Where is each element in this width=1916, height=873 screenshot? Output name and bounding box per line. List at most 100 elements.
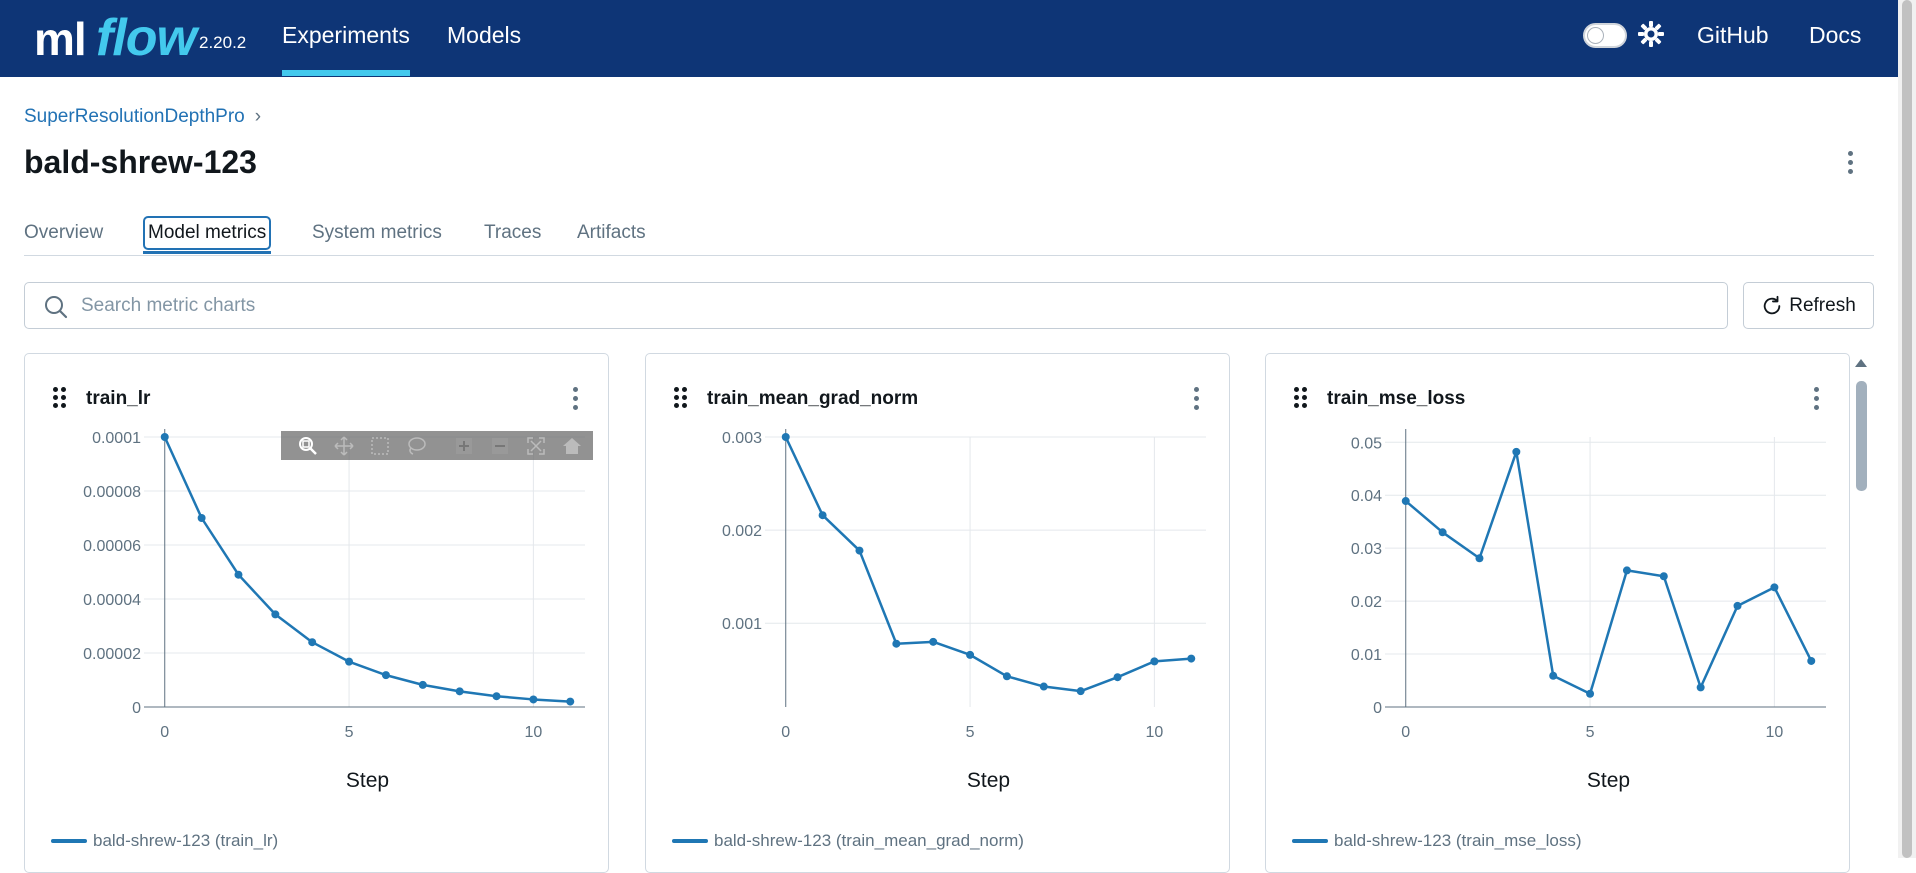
search-icon: [45, 296, 68, 319]
series-line: [1404, 450, 1813, 696]
zoom-out-icon[interactable]: [489, 435, 511, 457]
zoom-in-icon[interactable]: [453, 435, 475, 457]
box-select-icon[interactable]: [369, 435, 391, 457]
x-tick-label: 5: [345, 724, 354, 741]
tab-artifacts[interactable]: Artifacts: [577, 222, 646, 244]
data-point: [1076, 687, 1085, 696]
drag-handle-icon[interactable]: [674, 387, 688, 409]
chart-title: train_mse_loss: [1327, 388, 1466, 409]
y-tick-label: 0.05: [1351, 435, 1382, 452]
tab-overview[interactable]: Overview: [24, 222, 103, 244]
chart-menu-icon[interactable]: [1186, 383, 1206, 413]
data-point: [1002, 672, 1011, 681]
dark-mode-toggle[interactable]: [1583, 23, 1627, 48]
run-actions-menu-icon[interactable]: [1840, 147, 1860, 177]
chart-train-mean-grad-norm[interactable]: 0.001 0.002 0.003 0 5 10 Step: [646, 424, 1231, 824]
data-point: [566, 697, 575, 706]
x-tick-label: 5: [966, 724, 975, 741]
y-tick-label: 0: [132, 700, 141, 717]
x-tick-label: 0: [781, 724, 790, 741]
chart-card-train-mse-loss: train_mse_loss 0 0.01 0.02 0.03 0.04 0.05 0 5 10…: [1265, 353, 1850, 873]
legend-swatch: [51, 839, 87, 843]
data-point: [1113, 673, 1122, 682]
data-point: [529, 695, 538, 704]
search-input[interactable]: [79, 291, 1679, 321]
run-tabs: Overview Model metrics System metrics Tr…: [24, 216, 1874, 256]
sun-icon: [1638, 21, 1664, 47]
series-line: [163, 436, 571, 703]
chart-card-train-mean-grad-norm: train_mean_grad_norm 0.001 0.002 0.003 0 5 10…: [645, 353, 1230, 873]
data-point: [892, 639, 901, 648]
tab-traces[interactable]: Traces: [484, 222, 541, 244]
autoscale-icon[interactable]: [525, 435, 547, 457]
breadcrumb-separator: ›: [254, 106, 262, 127]
data-point: [1733, 601, 1742, 610]
tab-model-metrics[interactable]: Model metrics: [143, 216, 272, 254]
chart-legend: bald-shrew-123 (train_lr): [51, 831, 278, 851]
data-point: [197, 514, 206, 522]
breadcrumb-experiment-link[interactable]: SuperResolutionDepthPro: [24, 106, 245, 127]
refresh-button[interactable]: Refresh: [1743, 282, 1874, 329]
legend-swatch: [1292, 839, 1328, 843]
scroll-thumb[interactable]: [1856, 381, 1867, 491]
plot-modebar: [281, 431, 593, 460]
legend-label: bald-shrew-123 (train_mse_loss): [1334, 831, 1582, 850]
data-point: [1770, 583, 1779, 592]
chart-legend: bald-shrew-123 (train_mean_grad_norm): [672, 831, 1024, 851]
data-point: [160, 433, 169, 441]
x-axis-title: Step: [346, 769, 389, 792]
drag-handle-icon[interactable]: [53, 387, 67, 409]
data-point: [818, 511, 827, 520]
version-label: 2.20.2: [199, 33, 247, 52]
y-tick-label: 0.0001: [92, 430, 141, 447]
nav-experiments[interactable]: Experiments: [282, 22, 410, 76]
data-point: [966, 650, 975, 659]
x-tick-label: 10: [1145, 724, 1163, 741]
docs-link[interactable]: Docs: [1809, 22, 1861, 49]
y-tick-label: 0.00002: [83, 646, 141, 663]
charts-scrollbar[interactable]: [1852, 353, 1870, 858]
chart-train-mse-loss[interactable]: 0 0.01 0.02 0.03 0.04 0.05 0 5 10 Step: [1266, 424, 1851, 824]
y-tick-label: 0.003: [722, 430, 762, 447]
refresh-label: Refresh: [1789, 294, 1856, 316]
data-point: [1659, 572, 1668, 581]
page-scroll-thumb[interactable]: [1902, 0, 1912, 858]
data-point: [345, 657, 354, 666]
y-tick-label: 0: [1373, 700, 1382, 717]
pan-icon[interactable]: [333, 435, 355, 457]
chart-title: train_lr: [86, 388, 151, 409]
x-tick-label: 0: [160, 724, 169, 741]
y-tick-label: 0.03: [1351, 541, 1382, 558]
y-tick-label: 0.001: [722, 616, 762, 633]
zoom-icon[interactable]: [297, 435, 319, 457]
chart-menu-icon[interactable]: [565, 383, 585, 413]
y-tick-label: 0.04: [1351, 488, 1382, 505]
nav-models[interactable]: Models: [447, 22, 521, 49]
y-tick-label: 0.02: [1351, 594, 1382, 611]
page-scrollbar[interactable]: [1898, 0, 1916, 858]
legend-label: bald-shrew-123 (train_mean_grad_norm): [714, 831, 1024, 850]
x-tick-label: 0: [1401, 724, 1410, 741]
y-tick-label: 0.00004: [83, 592, 141, 609]
github-link[interactable]: GitHub: [1697, 22, 1769, 49]
data-point: [234, 570, 243, 579]
y-tick-label: 0.002: [722, 523, 762, 540]
data-point: [492, 692, 501, 701]
data-point: [308, 638, 317, 647]
y-tick-label: 0.00006: [83, 538, 141, 555]
top-navbar: ml flow 2.20.2 Experiments Models GitHub…: [0, 0, 1898, 77]
scroll-up-arrow[interactable]: [1855, 359, 1867, 367]
lasso-select-icon[interactable]: [405, 435, 427, 457]
chart-train-lr[interactable]: 0 0.00002 0.00004 0.00006 0.00008 0.0001 0 5 10 S…: [25, 424, 610, 824]
logo-flow-text: flow: [96, 9, 197, 67]
reset-axes-icon[interactable]: [561, 435, 583, 457]
series-line: [784, 436, 1192, 693]
data-point: [1586, 689, 1595, 698]
data-point: [929, 637, 938, 646]
chart-menu-icon[interactable]: [1806, 383, 1826, 413]
data-point: [1696, 683, 1705, 692]
legend-label: bald-shrew-123 (train_lr): [93, 831, 279, 850]
drag-handle-icon[interactable]: [1294, 387, 1308, 409]
data-point: [1150, 657, 1159, 666]
tab-system-metrics[interactable]: System metrics: [312, 222, 442, 244]
